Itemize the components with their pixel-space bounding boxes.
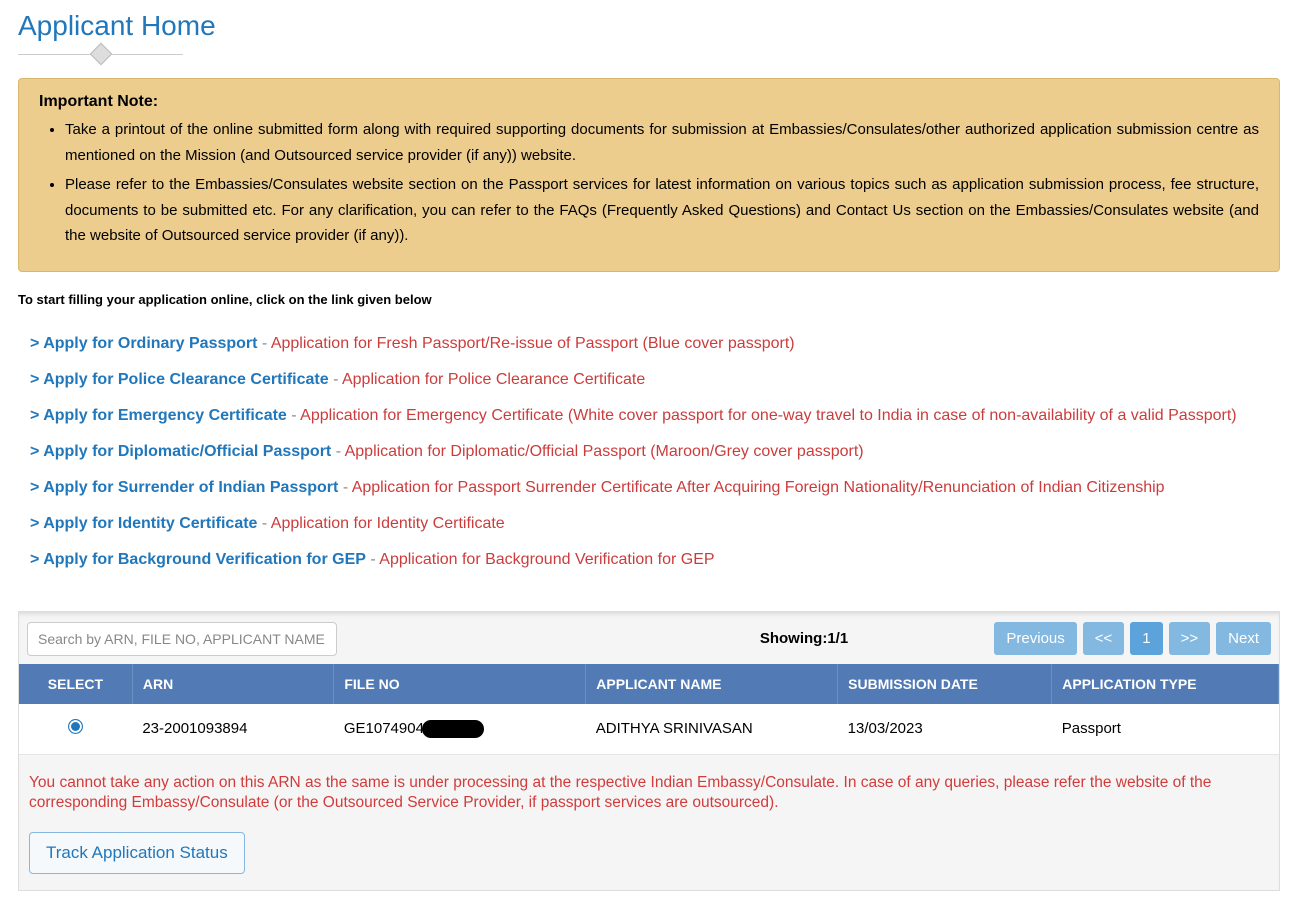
apply-item-pcc: > Apply for Police Clearance Certificate…	[30, 371, 1280, 389]
col-select: SELECT	[19, 664, 132, 704]
pager-first-button[interactable]: <<	[1083, 622, 1125, 655]
col-file-no: FILE NO	[334, 664, 586, 704]
apply-item-identity-cert: > Apply for Identity Certificate - Appli…	[30, 515, 1280, 533]
apply-link-emergency-cert[interactable]: > Apply for Emergency Certificate	[30, 407, 287, 424]
apply-link-surrender[interactable]: > Apply for Surrender of Indian Passport	[30, 479, 338, 496]
applications-table: SELECT ARN FILE NO APPLICANT NAME SUBMIS…	[19, 664, 1279, 755]
apply-desc: Application for Background Verification …	[379, 551, 714, 568]
cell-submission-date: 13/03/2023	[838, 704, 1052, 755]
apply-item-ordinary-passport: > Apply for Ordinary Passport - Applicat…	[30, 335, 1280, 353]
col-application-type: APPLICATION TYPE	[1052, 664, 1279, 704]
pager-page-button[interactable]: 1	[1130, 622, 1162, 655]
cell-application-type: Passport	[1052, 704, 1279, 755]
instruction-text: To start filling your application online…	[18, 292, 1280, 307]
apply-desc: Application for Identity Certificate	[271, 515, 505, 532]
pager-next-button[interactable]: Next	[1216, 622, 1271, 655]
apply-desc: Application for Diplomatic/Official Pass…	[345, 443, 864, 460]
apply-item-gep: > Apply for Background Verification for …	[30, 551, 1280, 569]
note-bullet: Please refer to the Embassies/Consulates…	[65, 172, 1259, 249]
apply-link-identity-cert[interactable]: > Apply for Identity Certificate	[30, 515, 257, 532]
apply-link-pcc[interactable]: > Apply for Police Clearance Certificate	[30, 371, 329, 388]
apply-desc: Application for Police Clearance Certifi…	[342, 371, 645, 388]
apply-desc: Application for Emergency Certificate (W…	[300, 407, 1236, 424]
apply-desc: Application for Passport Surrender Certi…	[352, 479, 1165, 496]
apply-link-ordinary-passport[interactable]: > Apply for Ordinary Passport	[30, 335, 257, 352]
note-bullet: Take a printout of the online submitted …	[65, 117, 1259, 168]
table-row: 23-2001093894 GE1074904 ADITHYA SRINIVAS…	[19, 704, 1279, 755]
apply-link-diplomatic[interactable]: > Apply for Diplomatic/Official Passport	[30, 443, 331, 460]
note-heading: Important Note:	[39, 93, 1259, 111]
col-arn: ARN	[132, 664, 334, 704]
apply-link-gep[interactable]: > Apply for Background Verification for …	[30, 551, 366, 568]
cell-applicant-name: ADITHYA SRINIVASAN	[586, 704, 838, 755]
col-submission-date: SUBMISSION DATE	[838, 664, 1052, 704]
applications-table-section: Showing:1/1 Previous << 1 >> Next SELECT…	[18, 611, 1280, 892]
apply-item-diplomatic: > Apply for Diplomatic/Official Passport…	[30, 443, 1280, 461]
col-applicant-name: APPLICANT NAME	[586, 664, 838, 704]
apply-desc: Application for Fresh Passport/Re-issue …	[271, 335, 795, 352]
showing-text: Showing:1/1	[760, 630, 848, 647]
page-title: Applicant Home	[18, 10, 1280, 42]
apply-item-surrender: > Apply for Surrender of Indian Passport…	[30, 479, 1280, 497]
cell-file-no: GE1074904	[334, 704, 586, 755]
cell-arn: 23-2001093894	[132, 704, 334, 755]
pager-last-button[interactable]: >>	[1169, 622, 1211, 655]
apply-link-list: > Apply for Ordinary Passport - Applicat…	[18, 335, 1280, 569]
important-note-box: Important Note: Take a printout of the o…	[18, 78, 1280, 272]
row-select-radio[interactable]	[68, 719, 83, 734]
warning-message: You cannot take any action on this ARN a…	[19, 755, 1279, 827]
track-application-status-button[interactable]: Track Application Status	[29, 832, 245, 874]
apply-item-emergency-cert: > Apply for Emergency Certificate - Appl…	[30, 407, 1280, 425]
table-toolbar: Showing:1/1 Previous << 1 >> Next	[19, 622, 1279, 664]
pager: Previous << 1 >> Next	[994, 622, 1271, 655]
redacted-block	[422, 720, 484, 738]
search-input[interactable]	[27, 622, 337, 656]
title-divider	[18, 46, 183, 64]
pager-previous-button[interactable]: Previous	[994, 622, 1076, 655]
